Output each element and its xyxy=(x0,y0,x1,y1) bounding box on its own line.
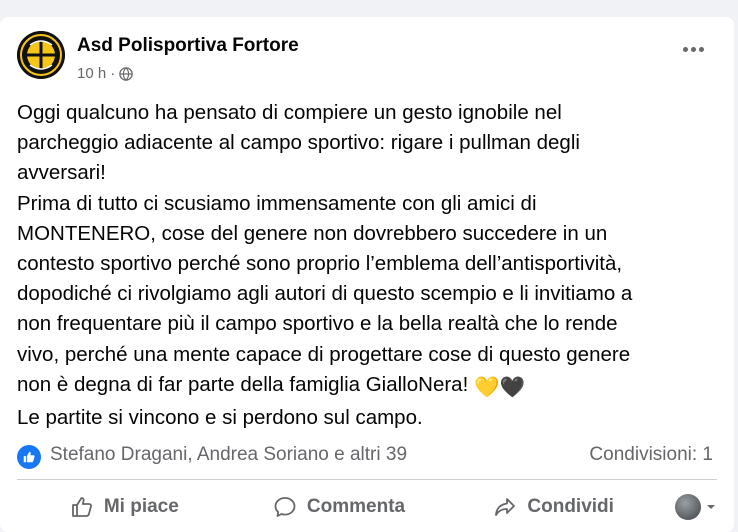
post-stats: Stefano Dragani, Andrea Soriano e altri … xyxy=(17,442,713,472)
shares-count-link[interactable]: Condivisioni: 1 xyxy=(589,444,713,466)
post-card: Asd Polisportiva Fortore 10 h · Oggi qua… xyxy=(0,17,734,532)
reactors-link[interactable]: Stefano Dragani, Andrea Soriano e altri … xyxy=(50,444,407,466)
share-arrow-icon xyxy=(495,498,516,516)
like-reaction-icon[interactable] xyxy=(17,445,41,469)
chevron-down-icon xyxy=(707,505,716,509)
post-actions: Mi piace Commenta Condividi xyxy=(17,487,717,527)
meta-separator: · xyxy=(110,65,116,82)
heart-emoji-icon: 💛🖤 xyxy=(473,375,526,399)
post-header: Asd Polisportiva Fortore 10 h · xyxy=(17,31,717,87)
polisportiva-fortore-logo-icon xyxy=(17,31,65,79)
comment-button-label: Commenta xyxy=(306,496,406,517)
post-meta: 10 h · xyxy=(77,65,133,82)
post-paragraph: Prima di tutto ci scusiamo immensamente … xyxy=(17,189,732,403)
post-text: Oggi qualcuno ha pensato di compiere un … xyxy=(17,98,732,433)
comment-button[interactable]: Commenta xyxy=(232,487,447,527)
comment-icon xyxy=(274,497,296,517)
post-paragraph: Oggi qualcuno ha pensato di compiere un … xyxy=(17,101,580,185)
more-dot-icon xyxy=(682,46,688,52)
share-button[interactable]: Condividi xyxy=(446,487,661,527)
divider xyxy=(17,479,717,480)
page-name-link[interactable]: Asd Polisportiva Fortore xyxy=(77,35,299,57)
page-avatar[interactable] xyxy=(17,31,65,79)
thumbs-up-icon xyxy=(23,451,35,463)
globe-icon xyxy=(119,66,133,81)
share-button-label: Condividi xyxy=(527,496,614,517)
post-options-button[interactable] xyxy=(677,37,709,61)
post-timestamp[interactable]: 10 h xyxy=(77,65,106,82)
post-paragraph-text: Prima di tutto ci scusiamo immensamente … xyxy=(17,191,633,396)
like-button-label: Mi piace xyxy=(103,496,179,517)
thumbs-up-outline-icon xyxy=(71,497,92,517)
more-dot-icon xyxy=(698,46,704,52)
more-dot-icon xyxy=(690,46,696,52)
user-avatar xyxy=(675,494,702,520)
post-paragraph: Le partite si vincono e si perdono sul c… xyxy=(17,406,423,430)
like-button[interactable]: Mi piace xyxy=(17,487,232,527)
post-as-selector[interactable] xyxy=(661,494,717,520)
